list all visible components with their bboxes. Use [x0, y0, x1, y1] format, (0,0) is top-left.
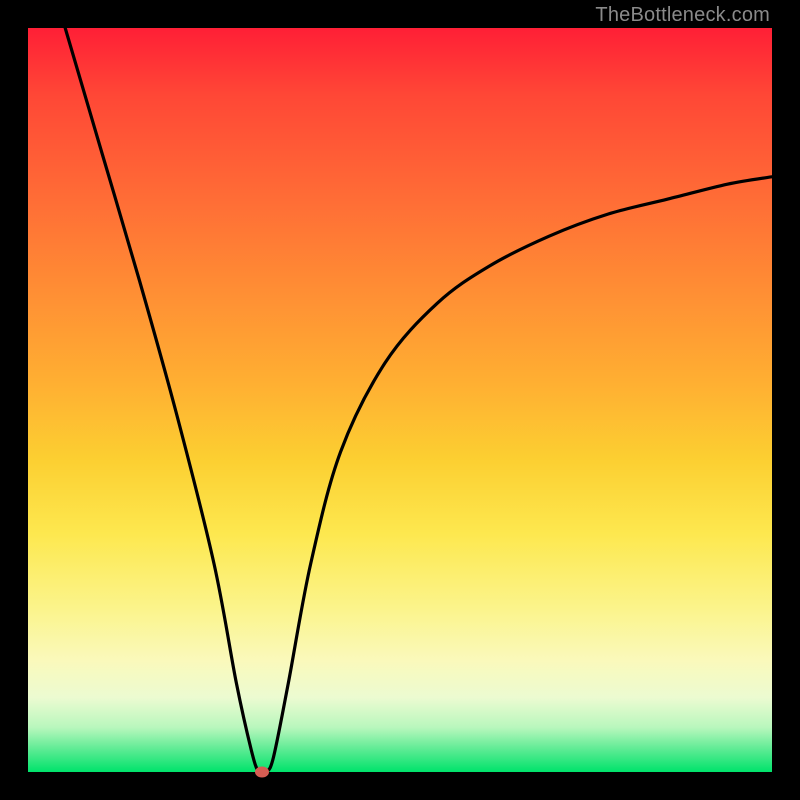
- chart-curve-svg: [28, 28, 772, 772]
- bottleneck-curve-path: [65, 28, 772, 772]
- minimum-marker-dot: [255, 767, 269, 778]
- chart-frame: [28, 28, 772, 772]
- watermark-text: TheBottleneck.com: [595, 4, 770, 27]
